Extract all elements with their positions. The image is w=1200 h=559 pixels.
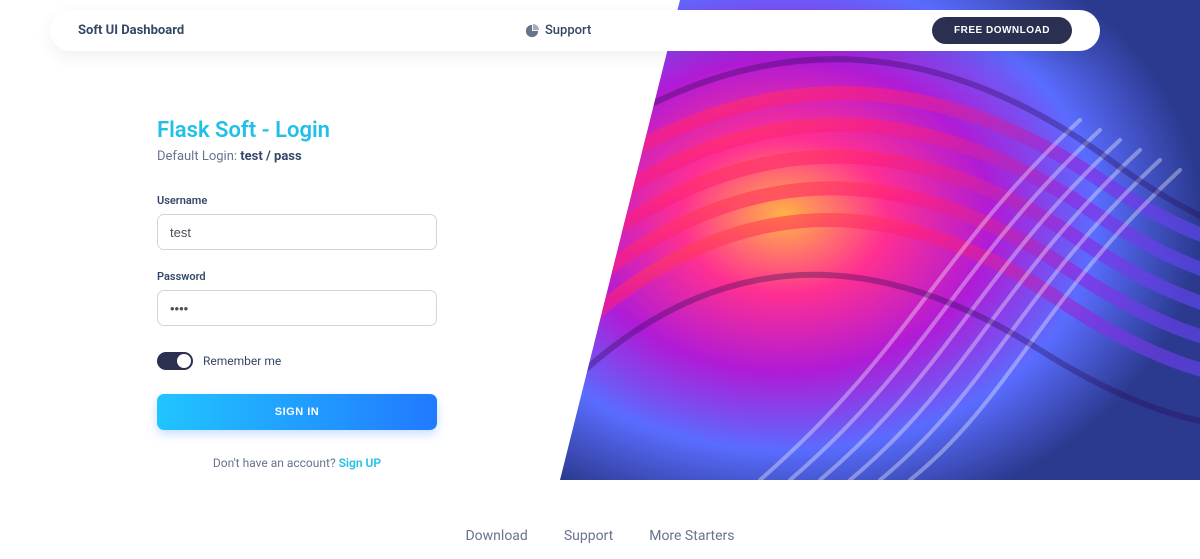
footer-link-download[interactable]: Download — [465, 528, 527, 544]
brand-logo[interactable]: Soft UI Dashboard — [78, 23, 184, 38]
remember-toggle[interactable] — [157, 352, 193, 370]
password-label: Password — [157, 270, 457, 283]
login-card: Flask Soft - Login Default Login: test /… — [157, 118, 457, 470]
footer-link-more-starters[interactable]: More Starters — [649, 528, 734, 544]
signup-prefix: Don't have an account? — [213, 456, 339, 470]
login-subtitle-prefix: Default Login: — [157, 149, 240, 164]
login-title: Flask Soft - Login — [157, 118, 457, 143]
support-link[interactable]: Support — [545, 23, 591, 38]
free-download-button[interactable]: FREE DOWNLOAD — [932, 17, 1072, 44]
topbar: Soft UI Dashboard Support FREE DOWNLOAD — [50, 10, 1100, 51]
footer-link-support[interactable]: Support — [564, 528, 613, 544]
sign-in-button[interactable]: SIGN IN — [157, 394, 437, 430]
sign-up-link[interactable]: Sign UP — [339, 456, 382, 470]
remember-label: Remember me — [203, 354, 281, 368]
login-subtitle: Default Login: test / pass — [157, 149, 457, 164]
username-label: Username — [157, 194, 457, 207]
remember-row: Remember me — [157, 352, 457, 370]
toggle-knob — [177, 354, 191, 368]
hero-background — [560, 0, 1200, 480]
footer-links: Download Support More Starters — [0, 528, 1200, 544]
password-input[interactable] — [157, 290, 437, 326]
username-input[interactable] — [157, 214, 437, 250]
signup-row: Don't have an account? Sign UP — [157, 456, 437, 470]
nav-center: Support — [184, 23, 932, 38]
pie-chart-icon — [525, 24, 539, 38]
login-subtitle-credentials: test / pass — [240, 149, 301, 164]
